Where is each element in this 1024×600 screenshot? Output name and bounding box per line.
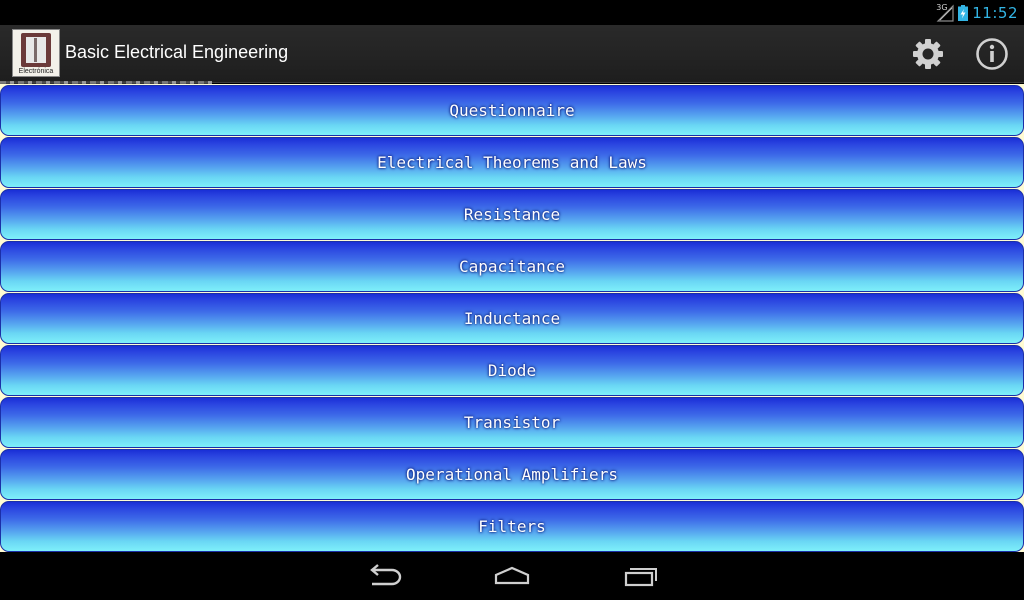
menu-item-inductance[interactable]: Inductance — [0, 293, 1024, 344]
topic-list: Questionnaire Electrical Theorems and La… — [0, 84, 1024, 552]
back-button[interactable] — [354, 560, 414, 592]
menu-item-label: Inductance — [463, 309, 561, 328]
gear-icon — [913, 39, 943, 69]
menu-item-resistance[interactable]: Resistance — [0, 189, 1024, 240]
app-icon-label: Electrónica — [18, 68, 54, 75]
navigation-bar — [0, 552, 1024, 600]
menu-item-transistor[interactable]: Transistor — [0, 397, 1024, 448]
recent-apps-icon — [624, 568, 657, 587]
menu-item-operational-amplifiers[interactable]: Operational Amplifiers — [0, 449, 1024, 500]
menu-item-label: Electrical Theorems and Laws — [377, 153, 647, 172]
app-title: Basic Electrical Engineering — [65, 42, 289, 62]
home-button[interactable] — [482, 560, 542, 592]
menu-item-label: Resistance — [463, 205, 561, 224]
info-icon — [976, 38, 1008, 70]
clock: 11:52 — [972, 3, 1018, 22]
menu-item-label: Questionnaire — [449, 101, 575, 120]
status-icons: 3G 11:52 — [936, 2, 1018, 23]
app-icon[interactable]: Electrónica — [12, 29, 60, 77]
menu-item-label: Transistor — [463, 413, 561, 432]
recent-apps-button[interactable] — [610, 560, 670, 592]
menu-item-questionnaire[interactable]: Questionnaire — [0, 85, 1024, 136]
menu-item-electrical-theorems-and-laws[interactable]: Electrical Theorems and Laws — [0, 137, 1024, 188]
back-icon — [370, 564, 402, 586]
menu-item-label: Diode — [487, 361, 537, 380]
battery-icon — [958, 4, 969, 21]
action-bar: Electrónica Basic Electrical Engineering — [0, 25, 1024, 83]
status-bar: 3G 11:52 — [0, 0, 1024, 25]
info-button[interactable] — [972, 34, 1012, 74]
menu-item-filters[interactable]: Filters — [0, 501, 1024, 552]
menu-item-diode[interactable]: Diode — [0, 345, 1024, 396]
app-icon-component — [34, 38, 37, 62]
settings-button[interactable] — [908, 34, 948, 74]
menu-item-label: Filters — [478, 517, 546, 536]
menu-item-capacitance[interactable]: Capacitance — [0, 241, 1024, 292]
menu-item-label: Operational Amplifiers — [406, 465, 618, 484]
home-icon — [494, 566, 530, 585]
menu-item-label: Capacitance — [459, 257, 565, 276]
signal-icon: 3G — [936, 3, 954, 22]
